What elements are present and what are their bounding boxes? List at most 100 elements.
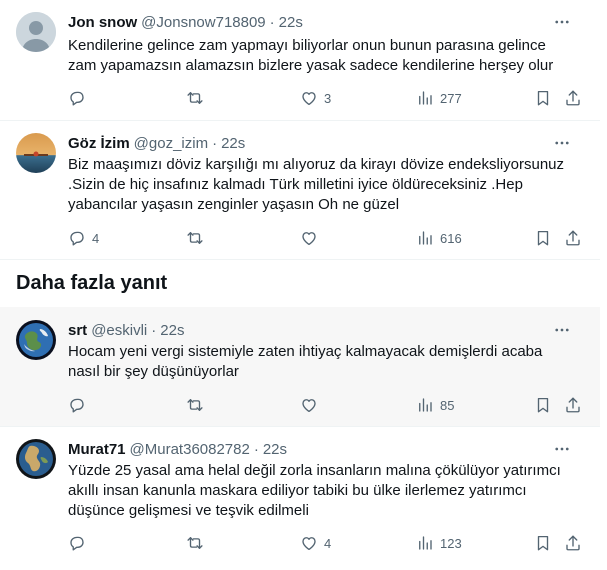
more-icon[interactable] [552, 133, 572, 153]
bookmark-icon [534, 229, 552, 247]
retweet-button[interactable] [186, 395, 204, 415]
like-button[interactable] [300, 395, 324, 415]
reply-icon [68, 396, 86, 414]
tweet-text-line: Yüzde 25 yasal ama helal değil zorla ins… [68, 462, 561, 479]
user-handle[interactable]: @Murat36082782 [130, 441, 250, 458]
views-button[interactable]: 123 [416, 533, 462, 553]
view-count: 277 [440, 90, 462, 106]
display-name[interactable]: Jon snow [68, 14, 137, 31]
retweet-icon [186, 396, 204, 414]
sunset-avatar-icon [16, 133, 56, 173]
tweet-text-line: nasıl bir şey düşünüyorlar [68, 363, 239, 380]
bookmark-icon [534, 89, 552, 107]
tweet-text-line: zam yapamazsın alamazsın bizlere yasak s… [68, 57, 554, 74]
timestamp[interactable]: 22s [160, 322, 184, 339]
reply-button[interactable] [68, 533, 92, 553]
share-icon [564, 534, 582, 552]
bookmark-button[interactable] [534, 533, 552, 553]
reply-button[interactable] [68, 395, 92, 415]
bookmark-icon [534, 534, 552, 552]
like-icon [300, 229, 318, 247]
tweet[interactable]: Göz İzim @goz_izim · 22s Biz maaşımızı d… [0, 121, 600, 260]
view-count: 616 [440, 230, 462, 246]
tweet-header: srt @eskivli · 22s [68, 320, 584, 340]
tweet-text-line: Biz maaşımızı döviz karşılığı mı alıyoru… [68, 156, 565, 173]
bookmark-button[interactable] [534, 88, 552, 108]
display-name[interactable]: Murat71 [68, 441, 126, 458]
timestamp[interactable]: 22s [263, 441, 287, 458]
bookmark-button[interactable] [534, 228, 552, 248]
like-count: 3 [324, 90, 332, 106]
tweet-text: Hocam yeni vergi sistemiyle zaten ihtiya… [68, 342, 583, 382]
share-button[interactable] [564, 395, 582, 415]
more-icon[interactable] [552, 439, 572, 459]
share-button[interactable] [564, 228, 582, 248]
user-handle[interactable]: @Jonsnow718809 [141, 14, 265, 31]
share-icon [564, 89, 582, 107]
separator-dot: · [269, 13, 275, 31]
avatar[interactable] [16, 320, 56, 360]
retweet-button[interactable] [186, 88, 204, 108]
avatar[interactable] [16, 439, 56, 479]
avatar[interactable] [16, 133, 56, 173]
tweet-header: Murat71 @Murat36082782 · 22s [68, 439, 584, 459]
display-name[interactable]: srt [68, 322, 87, 339]
views-button[interactable]: 616 [416, 228, 462, 248]
user-handle[interactable]: @goz_izim [134, 135, 208, 152]
reply-icon [68, 89, 86, 107]
timestamp[interactable]: 22s [279, 14, 303, 31]
like-icon [300, 396, 318, 414]
reply-icon [68, 229, 86, 247]
tweet-actions: 4 123 [68, 533, 588, 553]
like-icon [300, 534, 318, 552]
retweet-button[interactable] [186, 533, 204, 553]
reply-icon [68, 534, 86, 552]
reply-button[interactable] [68, 88, 92, 108]
bookmark-icon [534, 396, 552, 414]
tweet-text-line: akıllı insan kanunla maskara ediliyor ta… [68, 482, 527, 499]
user-handle[interactable]: @eskivli [91, 322, 147, 339]
like-icon [300, 89, 318, 107]
separator-dot: · [253, 440, 259, 458]
share-icon [564, 229, 582, 247]
tweet-text: Yüzde 25 yasal ama helal değil zorla ins… [68, 461, 583, 521]
tweet-header: Jon snow @Jonsnow718809 · 22s [68, 12, 584, 32]
avatar[interactable] [16, 12, 56, 52]
views-icon [416, 89, 434, 107]
tweet-text: Kendilerine gelince zam yapmayı biliyorl… [68, 36, 583, 76]
like-button[interactable]: 4 [300, 533, 331, 553]
retweet-icon [186, 534, 204, 552]
timestamp[interactable]: 22s [221, 135, 245, 152]
bookmark-button[interactable] [534, 395, 552, 415]
views-button[interactable]: 277 [416, 88, 462, 108]
tweet-text-line: Kendilerine gelince zam yapmayı biliyorl… [68, 37, 546, 54]
reply-button[interactable]: 4 [68, 228, 99, 248]
tweet-header: Göz İzim @goz_izim · 22s [68, 133, 584, 153]
tweet-text-line: düşünce gelişmesi ve teşvik edilmeli [68, 502, 309, 519]
like-button[interactable]: 3 [300, 88, 331, 108]
reply-count: 4 [92, 230, 100, 246]
tweet-text-line: Hocam yeni vergi sistemiyle zaten ihtiya… [68, 343, 543, 360]
retweet-icon [186, 89, 204, 107]
more-icon[interactable] [552, 320, 572, 340]
display-name[interactable]: Göz İzim [68, 135, 130, 152]
share-button[interactable] [564, 88, 582, 108]
tweet-actions: 3 277 [68, 88, 588, 108]
like-button[interactable] [300, 228, 324, 248]
views-button[interactable]: 85 [416, 395, 454, 415]
tweet-actions: 4 616 [68, 228, 588, 248]
view-count: 123 [440, 535, 462, 551]
separator-dot: · [151, 321, 157, 339]
more-icon[interactable] [552, 12, 572, 32]
tweet[interactable]: srt @eskivli · 22s Hocam yeni vergi sist… [0, 307, 600, 427]
globe-avatar-icon [16, 439, 56, 479]
share-button[interactable] [564, 533, 582, 553]
default-avatar-icon [16, 12, 56, 52]
retweet-button[interactable] [186, 228, 204, 248]
earth-avatar-icon [16, 320, 56, 360]
tweet[interactable]: Jon snow @Jonsnow718809 · 22s Kendilerin… [0, 0, 600, 121]
views-icon [416, 229, 434, 247]
tweet[interactable]: Murat71 @Murat36082782 · 22s Yüzde 25 ya… [0, 427, 600, 570]
tweet-text-line: yabancılar yaşasın zenginler yaşasın Oh … [68, 196, 400, 213]
retweet-icon [186, 229, 204, 247]
